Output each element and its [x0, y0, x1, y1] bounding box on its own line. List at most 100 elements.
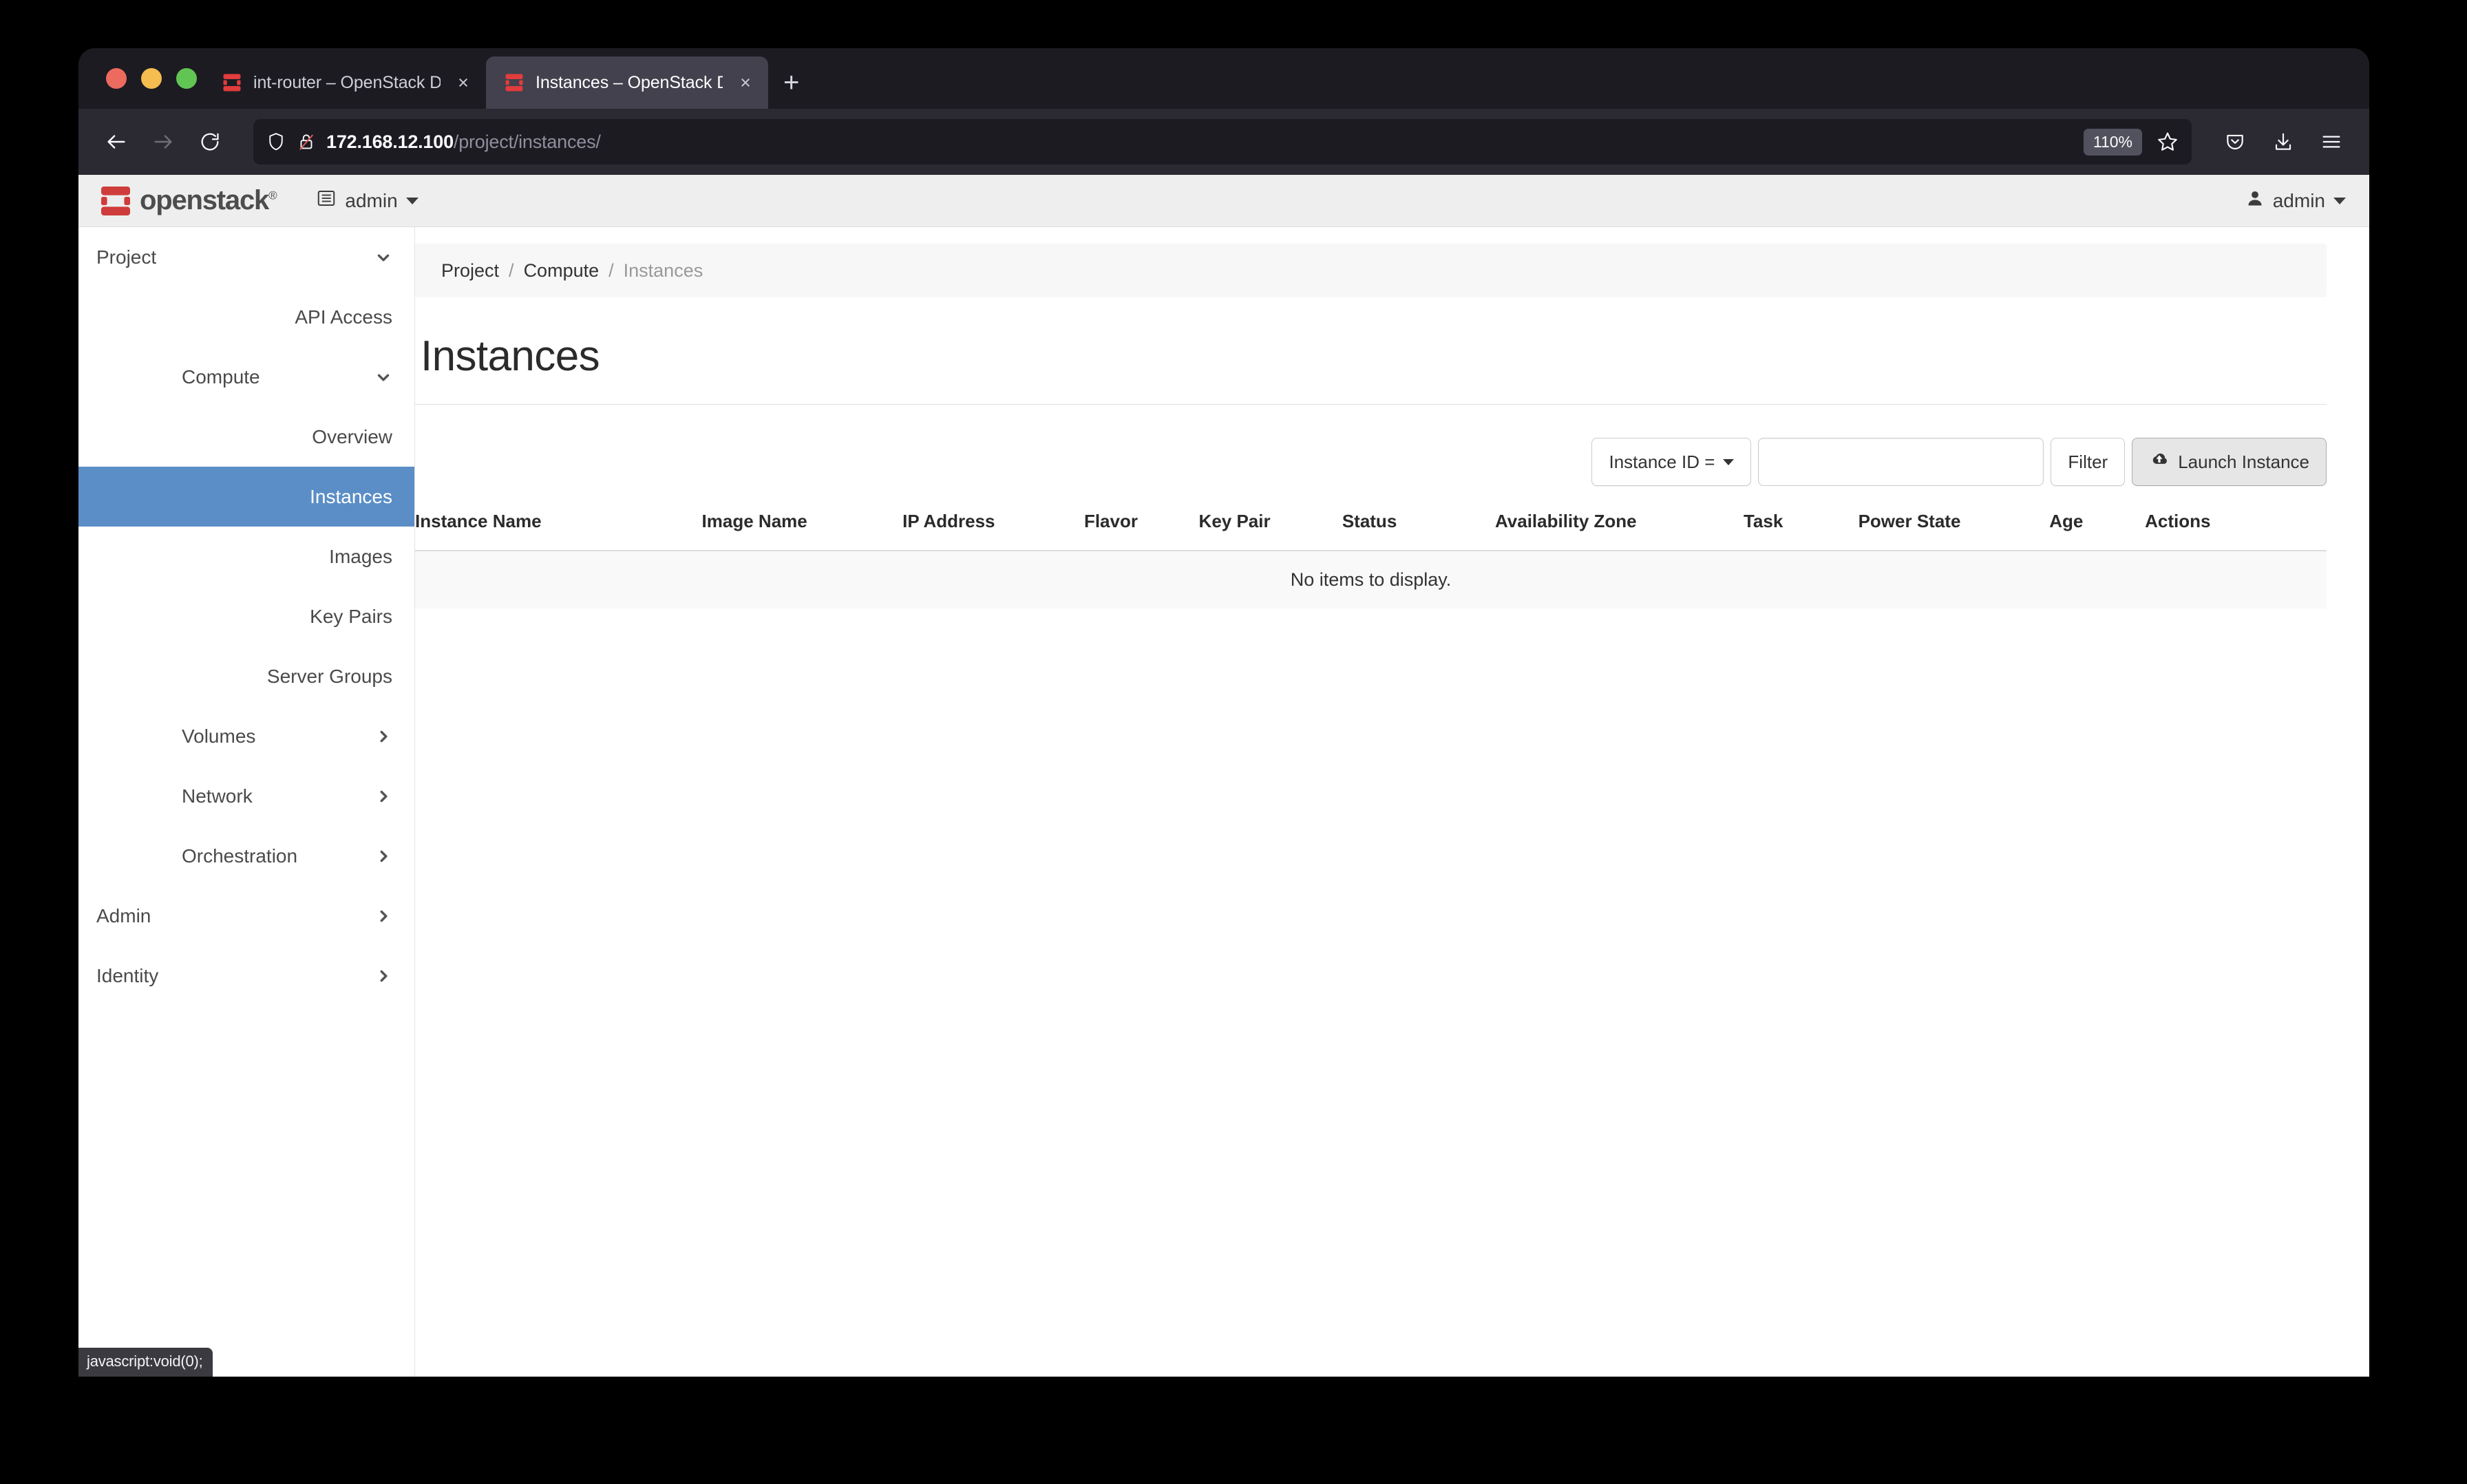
list-icon [316, 188, 337, 213]
shield-icon[interactable] [266, 131, 286, 152]
sidebar-item-network[interactable]: Network [78, 766, 414, 826]
forward-arrow-icon[interactable] [142, 120, 184, 163]
column-age[interactable]: Age [2049, 511, 2145, 551]
sidebar-item-compute[interactable]: Compute [78, 347, 414, 407]
reload-icon[interactable] [189, 120, 231, 163]
column-key-pair[interactable]: Key Pair [1199, 511, 1342, 551]
tab-close-icon[interactable]: × [452, 73, 475, 92]
openstack-logo-icon [99, 184, 132, 218]
breadcrumb: Project / Compute / Instances [415, 244, 2327, 297]
status-bar-link-preview: javascript:void(0); [78, 1348, 213, 1377]
column-image-name[interactable]: Image Name [702, 511, 903, 551]
sidebar-item-label: Network [182, 785, 253, 807]
filter-field-label: Instance ID = [1609, 451, 1715, 472]
window-minimize-button[interactable] [141, 68, 162, 89]
url-bar[interactable]: 172.168.12.100/project/instances/ 110% [253, 119, 2192, 165]
column-flavor[interactable]: Flavor [1084, 511, 1199, 551]
sidebar-item-label: Overview [312, 425, 392, 447]
launch-instance-label: Launch Instance [2178, 451, 2309, 472]
page-viewport: openstack® admin admin Project API Acces… [78, 175, 2369, 1377]
sidebar-item-images[interactable]: Images [78, 527, 414, 586]
sidebar-nav: Project API Access Compute Overview Inst… [78, 227, 415, 1377]
table-body: No items to display. [415, 551, 2327, 608]
zoom-level-badge[interactable]: 110% [2083, 128, 2142, 156]
back-arrow-icon[interactable] [95, 120, 138, 163]
sidebar-item-overview[interactable]: Overview [78, 407, 414, 467]
sidebar-item-label: Server Groups [266, 665, 392, 687]
openstack-favicon-icon [222, 72, 242, 93]
url-text[interactable]: 172.168.12.100/project/instances/ [326, 131, 2074, 153]
window-maximize-button[interactable] [176, 68, 197, 89]
pocket-icon[interactable] [2214, 120, 2256, 163]
project-name: admin [345, 189, 398, 211]
chevron-down-icon [374, 248, 392, 266]
browser-tab-1[interactable]: Instances – OpenStack Dashboa × [486, 56, 768, 109]
sidebar-item-instances[interactable]: Instances [78, 467, 414, 527]
chevron-right-icon [374, 907, 392, 925]
chevron-down-icon [1723, 458, 1735, 465]
sidebar-item-identity[interactable]: Identity [78, 946, 414, 1006]
download-icon[interactable] [2262, 120, 2305, 163]
cloud-upload-icon [2149, 449, 2170, 475]
dashboard-topbar: openstack® admin admin [78, 175, 2369, 227]
column-availability-zone[interactable]: Availability Zone [1495, 511, 1744, 551]
toolbar-right-icons [2214, 120, 2353, 163]
tab-strip: int-router – OpenStack Dashboa × Instanc… [78, 48, 2369, 109]
breadcrumb-item-instances: Instances [623, 259, 703, 281]
tab-close-icon[interactable]: × [734, 73, 757, 92]
breadcrumb-separator: / [608, 259, 614, 281]
column-actions: Actions [2145, 511, 2211, 531]
sidebar-item-label: Admin [96, 904, 151, 926]
sidebar-item-label: Orchestration [182, 845, 298, 867]
launch-instance-button[interactable]: Launch Instance [2132, 438, 2327, 486]
sidebar-item-label: Key Pairs [310, 605, 392, 627]
browser-window: int-router – OpenStack Dashboa × Instanc… [78, 48, 2369, 1377]
sidebar-item-label: Images [329, 545, 392, 567]
openstack-favicon-icon [504, 72, 525, 93]
filter-field-dropdown[interactable]: Instance ID = [1591, 438, 1752, 486]
sidebar-item-label: Volumes [182, 725, 256, 747]
filter-toolbar: Instance ID = Filter Launch Instance [415, 438, 2327, 486]
table-empty-message: No items to display. [415, 551, 2327, 608]
table-header: Instance Name Image Name IP Address Flav… [415, 511, 2327, 551]
user-menu[interactable]: admin [2245, 189, 2346, 213]
sidebar-item-label: Compute [182, 365, 260, 388]
column-task[interactable]: Task [1744, 511, 1859, 551]
instances-table: Instance Name Image Name IP Address Flav… [415, 511, 2327, 608]
column-ip-address[interactable]: IP Address [902, 511, 1084, 551]
new-tab-button[interactable]: + [768, 56, 814, 109]
filter-button[interactable]: Filter [2051, 438, 2126, 486]
sidebar-item-server-groups[interactable]: Server Groups [78, 646, 414, 706]
url-path: /project/instances/ [453, 131, 601, 152]
chevron-right-icon [374, 847, 392, 865]
sidebar-item-project[interactable]: Project [78, 227, 414, 287]
column-instance-name[interactable]: Instance Name [415, 511, 702, 551]
browser-toolbar: 172.168.12.100/project/instances/ 110% [78, 109, 2369, 175]
sidebar-item-orchestration[interactable]: Orchestration [78, 826, 414, 886]
star-icon[interactable] [2156, 130, 2179, 153]
table-header-row: Instance Name Image Name IP Address Flav… [415, 511, 2327, 551]
chevron-right-icon [374, 967, 392, 985]
sidebar-item-volumes[interactable]: Volumes [78, 706, 414, 766]
sidebar-item-admin[interactable]: Admin [78, 886, 414, 946]
tab-title: Instances – OpenStack Dashboa [536, 72, 723, 92]
sidebar-item-api-access[interactable]: API Access [78, 287, 414, 347]
project-selector[interactable]: admin [316, 188, 419, 213]
window-controls [96, 48, 204, 109]
hamburger-menu-icon[interactable] [2310, 120, 2353, 163]
window-close-button[interactable] [106, 68, 127, 89]
chevron-down-icon [2333, 197, 2346, 204]
column-status[interactable]: Status [1342, 511, 1495, 551]
lock-crossed-icon[interactable] [296, 131, 317, 152]
sidebar-item-key-pairs[interactable]: Key Pairs [78, 586, 414, 646]
breadcrumb-item-project[interactable]: Project [441, 260, 499, 282]
breadcrumb-item-compute[interactable]: Compute [524, 260, 600, 282]
dashboard-body: Project API Access Compute Overview Inst… [78, 227, 2369, 1377]
filter-search-input[interactable] [1758, 438, 2044, 486]
browser-tab-0[interactable]: int-router – OpenStack Dashboa × [204, 56, 486, 109]
openstack-brand[interactable]: openstack® [99, 184, 277, 218]
chevron-right-icon [374, 728, 392, 745]
column-power-state[interactable]: Power State [1859, 511, 2050, 551]
tab-title: int-router – OpenStack Dashboa [253, 72, 441, 92]
sidebar-item-label: Instances [310, 485, 392, 507]
